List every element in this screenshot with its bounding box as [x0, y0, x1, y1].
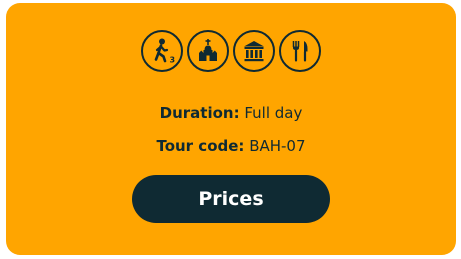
restaurant-icon: [279, 30, 321, 72]
church-glyph-icon: [199, 39, 217, 61]
tour-info-card: 3 Duration: Full day Tour code: BAH-07 P…: [6, 3, 456, 255]
fork-knife-icon: [292, 41, 308, 62]
museum-glyph-icon: [244, 41, 264, 62]
duration-value: Full day: [244, 104, 303, 122]
hiker-icon: 3: [154, 38, 176, 65]
church-icon: [187, 30, 229, 72]
duration-label: Duration:: [159, 104, 240, 122]
tour-code-line: Tour code: BAH-07: [6, 136, 456, 156]
prices-button[interactable]: Prices: [132, 175, 330, 223]
tour-code-label: Tour code:: [156, 137, 245, 155]
duration-line: Duration: Full day: [6, 103, 456, 123]
hiking-difficulty-icon: 3: [141, 30, 183, 72]
difficulty-badge: 3: [170, 56, 176, 65]
activity-icons: 3: [6, 30, 456, 72]
tour-code-value: BAH-07: [249, 137, 306, 155]
museum-icon: [233, 30, 275, 72]
